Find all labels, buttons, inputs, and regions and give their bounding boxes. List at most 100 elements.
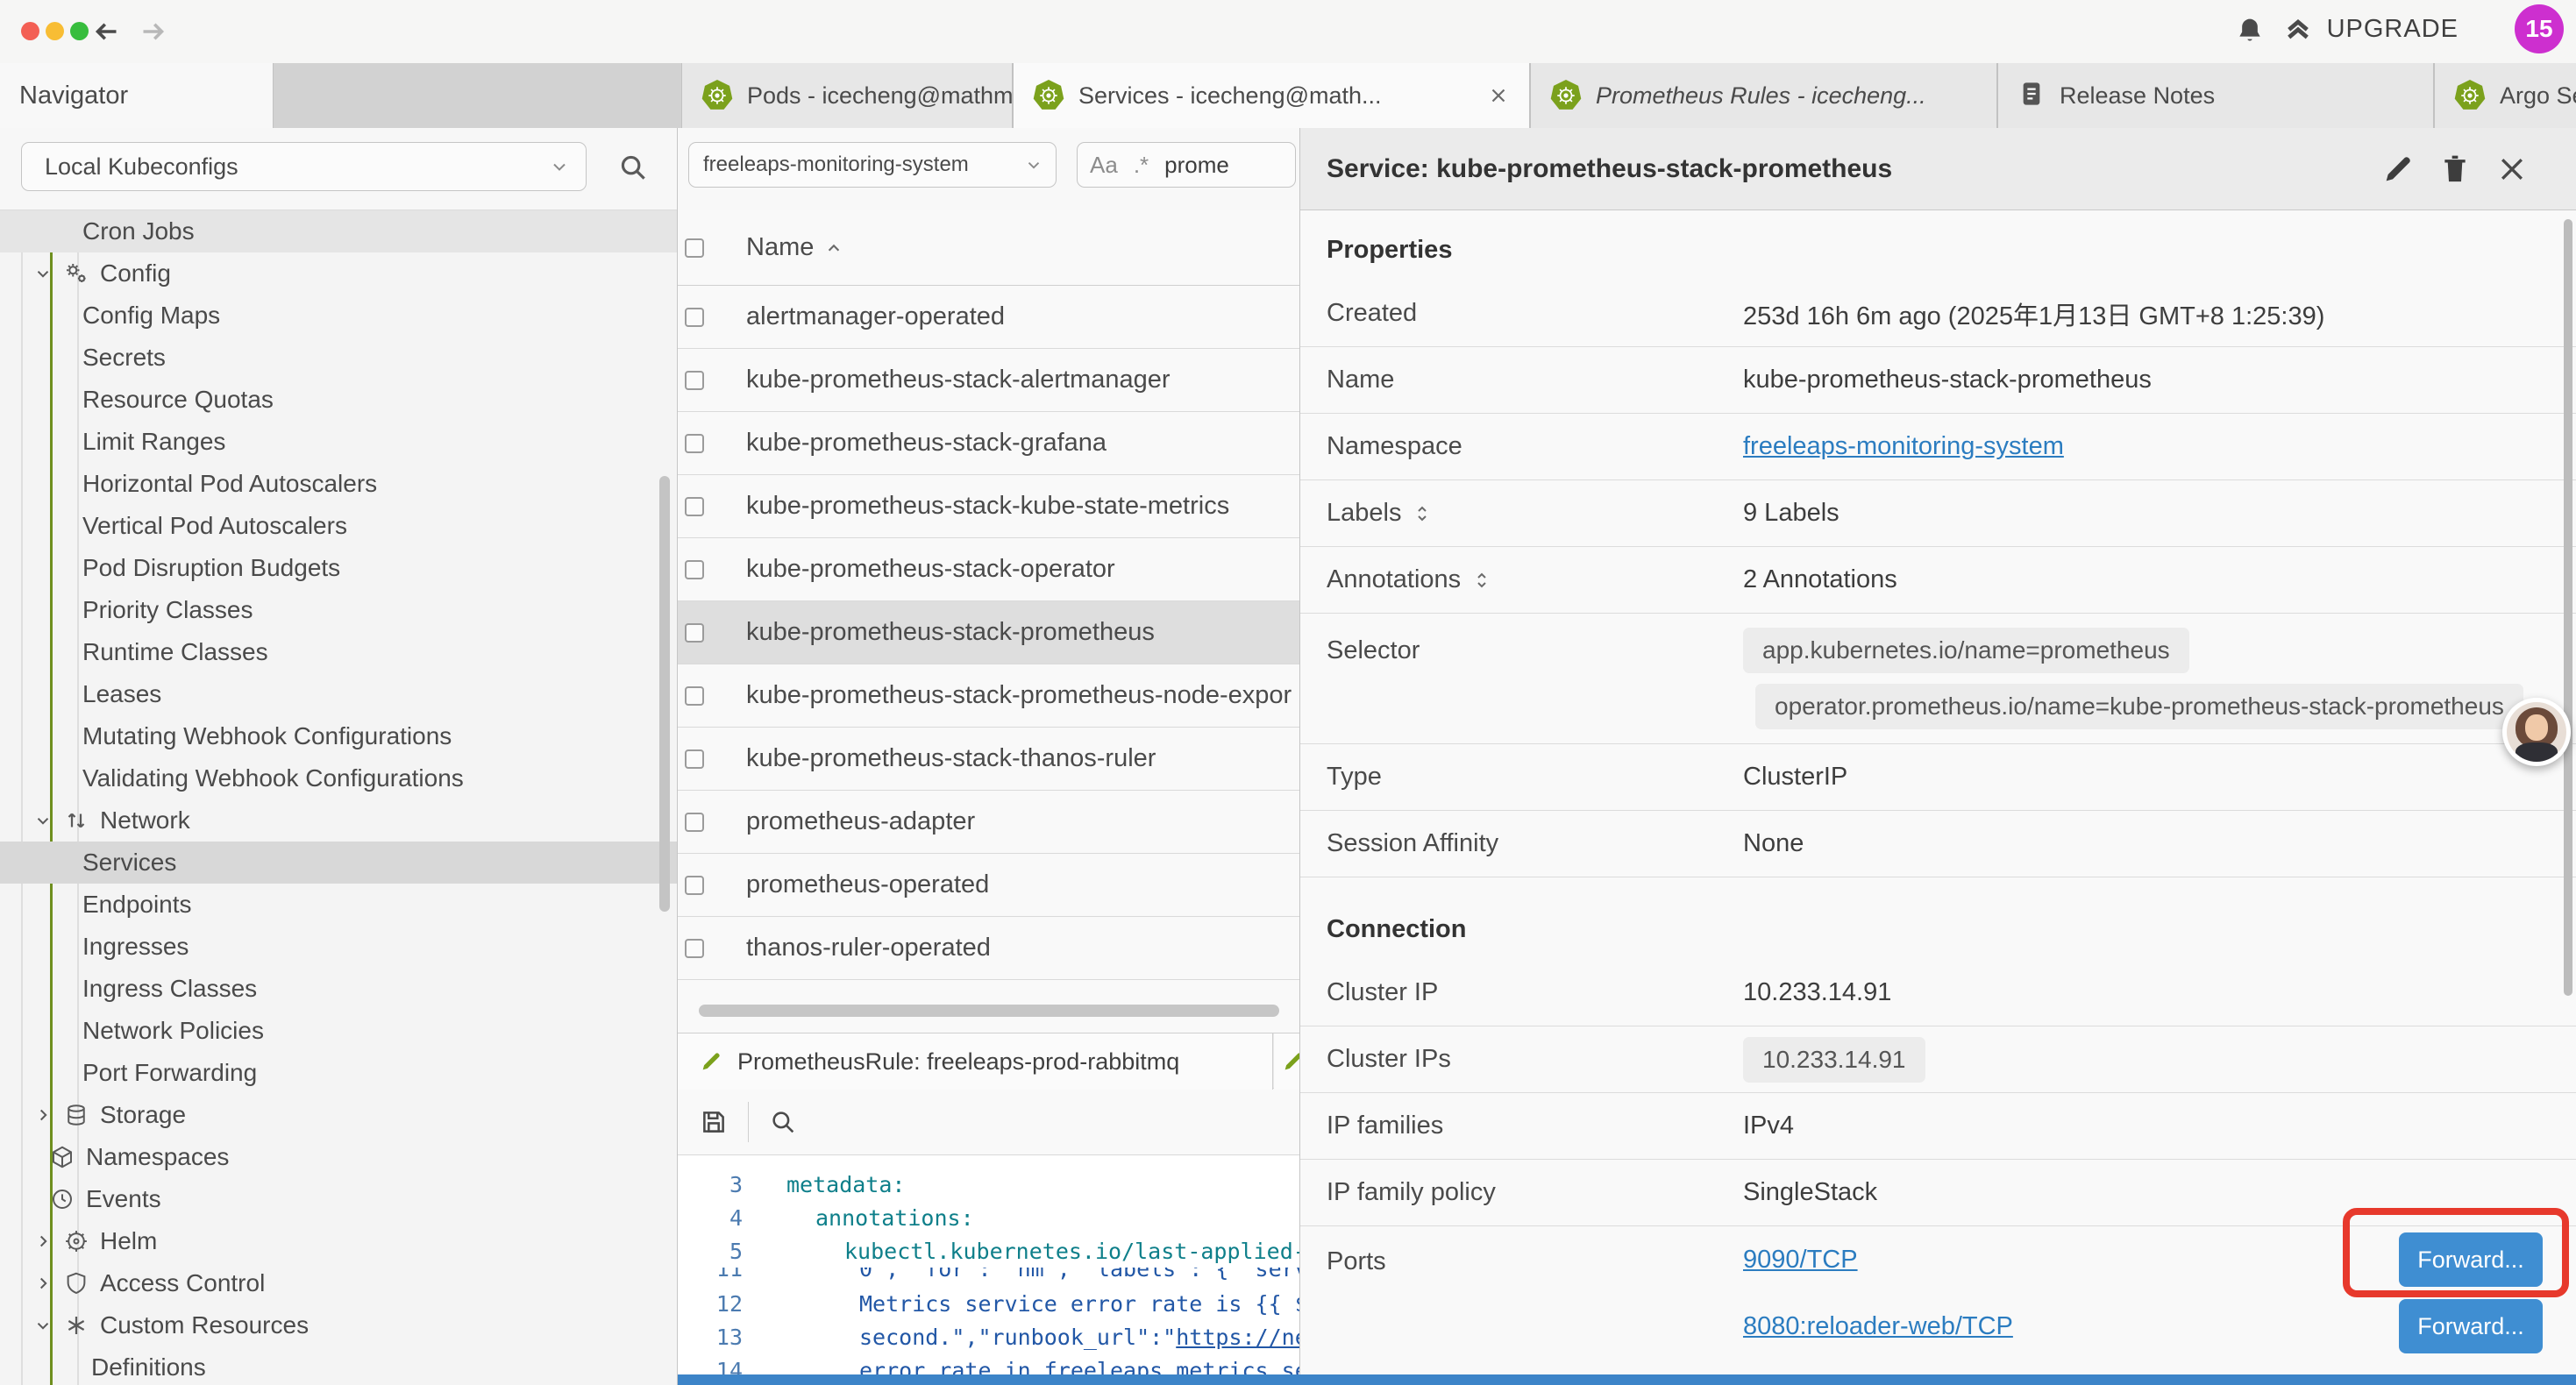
row-checkbox[interactable] bbox=[685, 371, 704, 390]
sidebar-item-port-forwarding[interactable]: Port Forwarding bbox=[0, 1052, 678, 1094]
sidebar-item-access-control[interactable]: Access Control bbox=[0, 1262, 678, 1304]
selector-chip[interactable]: app.kubernetes.io/name=prometheus bbox=[1743, 628, 2189, 673]
row-checkbox[interactable] bbox=[685, 623, 704, 643]
close-panel-icon[interactable] bbox=[2494, 152, 2530, 187]
table-row[interactable]: alertmanager-operated bbox=[678, 286, 1300, 349]
avatar[interactable] bbox=[2502, 698, 2571, 766]
table-row[interactable]: kube-prometheus-stack-grafana bbox=[678, 412, 1300, 475]
chevron-down-icon[interactable] bbox=[33, 264, 53, 283]
sidebar-item-definitions[interactable]: Definitions bbox=[0, 1346, 678, 1385]
sidebar-item-vertical-pod-autoscalers[interactable]: Vertical Pod Autoscalers bbox=[0, 505, 678, 547]
horizontal-scrollbar[interactable] bbox=[699, 1005, 1279, 1017]
tab-prometheus-rules[interactable]: Prometheus Rules - icecheng... bbox=[1530, 63, 1997, 128]
row-checkbox[interactable] bbox=[685, 876, 704, 895]
table-row[interactable]: prometheus-operated bbox=[678, 854, 1300, 917]
forward-button[interactable]: Forward... bbox=[2399, 1299, 2543, 1353]
table-row-selected[interactable]: kube-prometheus-stack-prometheus bbox=[678, 601, 1300, 664]
row-checkbox[interactable] bbox=[685, 813, 704, 832]
sidebar-item-leases[interactable]: Leases bbox=[0, 673, 678, 715]
trash-icon[interactable] bbox=[2437, 152, 2473, 187]
row-checkbox[interactable] bbox=[685, 560, 704, 579]
row-checkbox[interactable] bbox=[685, 434, 704, 453]
close-window-button[interactable] bbox=[21, 22, 39, 40]
tab-pods[interactable]: Pods - icecheng@mathmas... bbox=[681, 63, 1013, 128]
sidebar-item-resource-quotas[interactable]: Resource Quotas bbox=[0, 379, 678, 421]
column-header-name[interactable]: Name bbox=[746, 233, 814, 262]
detail-scrollbar[interactable] bbox=[2564, 219, 2572, 996]
table-row[interactable]: kube-prometheus-stack-operator bbox=[678, 538, 1300, 601]
selector-chip[interactable]: operator.prometheus.io/name=kube-prometh… bbox=[1755, 684, 2523, 729]
sidebar-scrollbar[interactable] bbox=[659, 476, 670, 912]
sidebar-item-pod-disruption-budgets[interactable]: Pod Disruption Budgets bbox=[0, 547, 678, 589]
row-checkbox[interactable] bbox=[685, 749, 704, 769]
code-url-link[interactable]: https://net bbox=[1176, 1325, 1300, 1350]
sidebar-item-horizontal-pod-autoscalers[interactable]: Horizontal Pod Autoscalers bbox=[0, 463, 678, 505]
sidebar-item-storage[interactable]: Storage bbox=[0, 1094, 678, 1136]
search-input[interactable]: Aa .* prome bbox=[1077, 142, 1296, 188]
tab-release-notes[interactable]: Release Notes bbox=[1997, 63, 2434, 128]
sidebar-item-cron-jobs[interactable]: Cron Jobs bbox=[0, 210, 678, 252]
chevron-right-icon[interactable] bbox=[33, 1232, 53, 1251]
sidebar-item-config[interactable]: Config bbox=[0, 252, 678, 295]
expand-collapse-icon[interactable] bbox=[1471, 570, 1492, 591]
minimize-window-button[interactable] bbox=[46, 22, 64, 40]
yaml-editor[interactable]: 3metadata: 4annotations: 5kubectl.kubern… bbox=[678, 1155, 1300, 1385]
close-tab-icon[interactable] bbox=[1487, 84, 1510, 107]
edit-pencil-icon[interactable] bbox=[2380, 152, 2416, 187]
sidebar-item-limit-ranges[interactable]: Limit Ranges bbox=[0, 421, 678, 463]
row-checkbox[interactable] bbox=[685, 497, 704, 516]
sidebar-item-ingresses[interactable]: Ingresses bbox=[0, 926, 678, 968]
table-row[interactable]: kube-prometheus-stack-kube-state-metrics bbox=[678, 475, 1300, 538]
tab-services[interactable]: Services - icecheng@math... bbox=[1013, 63, 1530, 128]
sidebar-item-ingress-classes[interactable]: Ingress Classes bbox=[0, 968, 678, 1010]
kubeconfig-select[interactable]: Local Kubeconfigs bbox=[21, 142, 587, 191]
match-case-icon[interactable]: Aa bbox=[1090, 152, 1118, 179]
sidebar-item-validating-webhook-configurations[interactable]: Validating Webhook Configurations bbox=[0, 757, 678, 799]
row-checkbox[interactable] bbox=[685, 308, 704, 327]
sidebar-item-helm[interactable]: Helm bbox=[0, 1220, 678, 1262]
regex-icon[interactable]: .* bbox=[1134, 152, 1149, 179]
row-checkbox[interactable] bbox=[685, 939, 704, 958]
save-icon[interactable] bbox=[699, 1107, 729, 1137]
sidebar-item-runtime-classes[interactable]: Runtime Classes bbox=[0, 631, 678, 673]
forward-icon[interactable] bbox=[137, 16, 168, 47]
chevron-right-icon[interactable] bbox=[33, 1274, 53, 1293]
editor-tab-prometheusrule[interactable]: PrometheusRule: freeleaps-prod-rabbitmq bbox=[678, 1033, 1273, 1090]
namespace-link[interactable]: freeleaps-monitoring-system bbox=[1743, 432, 2064, 461]
table-row[interactable]: prometheus-adapter bbox=[678, 791, 1300, 854]
expand-collapse-icon[interactable] bbox=[1412, 503, 1433, 524]
select-all-checkbox[interactable] bbox=[685, 238, 704, 258]
sidebar-item-custom-resources[interactable]: Custom Resources bbox=[0, 1304, 678, 1346]
editor-search-icon[interactable] bbox=[768, 1107, 798, 1137]
navigator-panel-tab[interactable]: Navigator bbox=[0, 63, 274, 128]
sidebar-item-services[interactable]: Services bbox=[0, 842, 678, 884]
maximize-window-button[interactable] bbox=[70, 22, 89, 40]
tab-argo[interactable]: Argo Se bbox=[2434, 63, 2576, 128]
chevron-down-icon[interactable] bbox=[33, 811, 53, 830]
sidebar-item-priority-classes[interactable]: Priority Classes bbox=[0, 589, 678, 631]
table-row[interactable]: kube-prometheus-stack-prometheus-node-ex… bbox=[678, 664, 1300, 728]
notification-count-badge[interactable]: 15 bbox=[2515, 4, 2564, 53]
notifications-bell-icon[interactable] bbox=[2232, 14, 2267, 49]
sidebar-item-network-policies[interactable]: Network Policies bbox=[0, 1010, 678, 1052]
sidebar-item-endpoints[interactable]: Endpoints bbox=[0, 884, 678, 926]
namespace-select[interactable]: freeleaps-monitoring-system bbox=[688, 142, 1057, 188]
table-row[interactable]: kube-prometheus-stack-alertmanager bbox=[678, 349, 1300, 412]
back-icon[interactable] bbox=[91, 16, 123, 47]
port-link[interactable]: 9090/TCP bbox=[1743, 1246, 1858, 1275]
sidebar-item-events[interactable]: Events bbox=[0, 1178, 678, 1220]
chevron-right-icon[interactable] bbox=[33, 1105, 53, 1125]
table-row[interactable]: thanos-ruler-operated bbox=[678, 917, 1300, 980]
sidebar-item-secrets[interactable]: Secrets bbox=[0, 337, 678, 379]
upgrade-button[interactable]: UPGRADE bbox=[2281, 12, 2459, 46]
editor-tab-partial[interactable] bbox=[1274, 1033, 1300, 1090]
sidebar-item-namespaces[interactable]: Namespaces bbox=[0, 1136, 678, 1178]
sidebar-item-config-maps[interactable]: Config Maps bbox=[0, 295, 678, 337]
row-checkbox[interactable] bbox=[685, 686, 704, 706]
port-link[interactable]: 8080:reloader-web/TCP bbox=[1743, 1312, 2013, 1341]
sidebar-item-mutating-webhook-configurations[interactable]: Mutating Webhook Configurations bbox=[0, 715, 678, 757]
sidebar-search-icon[interactable] bbox=[616, 151, 650, 184]
sidebar-item-network[interactable]: Network bbox=[0, 799, 678, 842]
chevron-down-icon[interactable] bbox=[33, 1316, 53, 1335]
table-row[interactable]: kube-prometheus-stack-thanos-ruler bbox=[678, 728, 1300, 791]
